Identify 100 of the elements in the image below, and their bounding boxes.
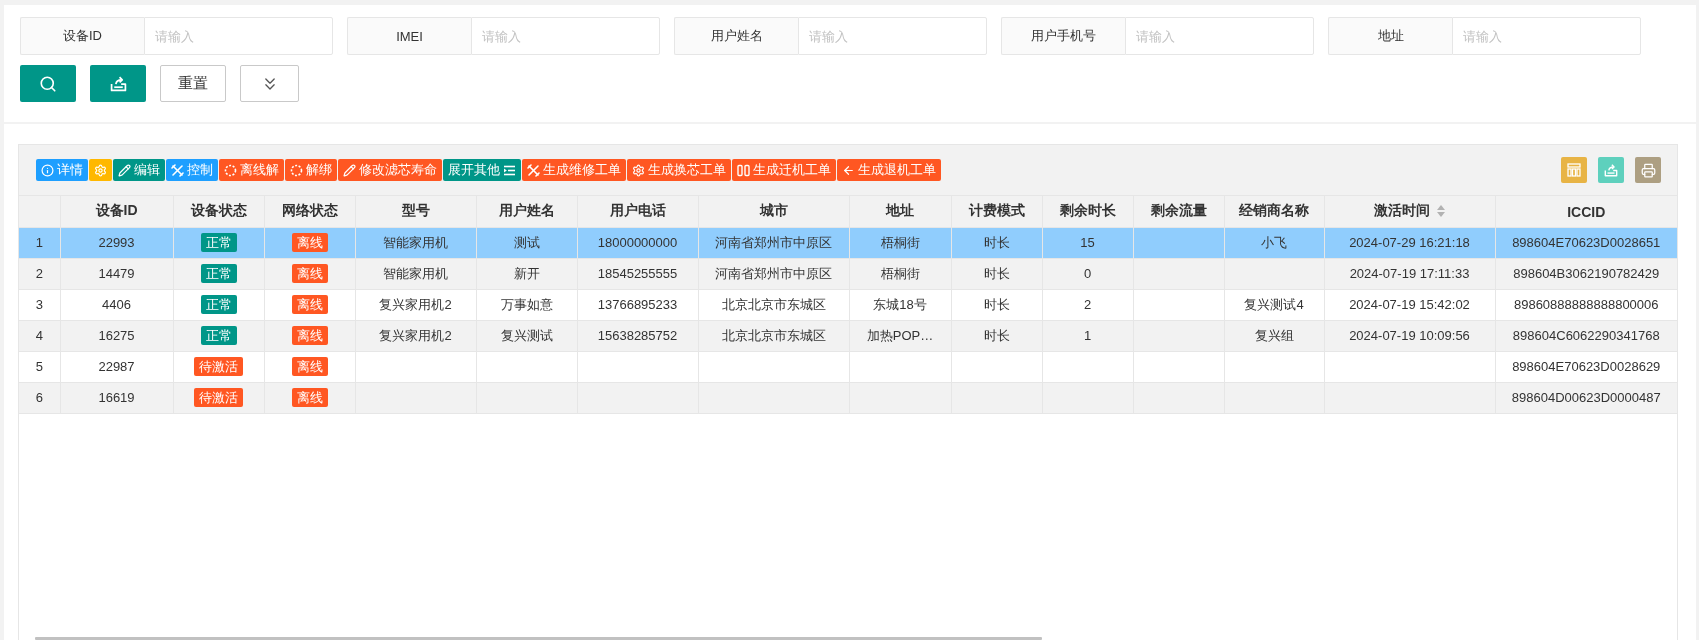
reset-button[interactable]: 重置 bbox=[160, 65, 226, 102]
table-cell: 15638285752 bbox=[577, 320, 698, 351]
toolbar-button[interactable]: 生成维修工单 bbox=[522, 159, 626, 181]
table-cell: 测试 bbox=[476, 227, 577, 258]
dashed-ring-icon bbox=[290, 163, 303, 177]
table-row[interactable]: 3 4406 正常 离线 复兴家用机2 万事如意 13766895233 北京北京市东城区 东城18号 时长 2 复兴测试4 2024-07-19 15:42:02 89860888888888800006 bbox=[19, 289, 1677, 320]
row-number: 6 bbox=[19, 382, 60, 413]
gear-icon bbox=[632, 163, 645, 177]
crossed-tools-icon bbox=[527, 163, 540, 177]
column-header: 型号 bbox=[401, 202, 430, 221]
column-header: 网络状态 bbox=[281, 202, 338, 221]
status-badge: 待激活 bbox=[194, 388, 243, 407]
table-cell: 万事如意 bbox=[476, 289, 577, 320]
table-cell: 北京北京市东城区 bbox=[698, 289, 849, 320]
table-cell: 4406 bbox=[60, 289, 173, 320]
export-icon bbox=[1604, 163, 1618, 177]
table-cell: 梧桐街 bbox=[849, 258, 951, 289]
field-label: IMEI bbox=[347, 17, 471, 55]
field-label: 用户姓名 bbox=[674, 17, 798, 55]
toolbar-button[interactable]: 离线解 bbox=[219, 159, 284, 181]
print-icon bbox=[1640, 162, 1656, 178]
table-cell: 0 bbox=[1042, 258, 1133, 289]
status-badge: 离线 bbox=[291, 295, 328, 314]
table-cell: 时长 bbox=[951, 320, 1042, 351]
two-bars-icon bbox=[737, 163, 750, 177]
column-header: 用户电话 bbox=[609, 202, 666, 221]
table-cell: 13766895233 bbox=[577, 289, 698, 320]
toolbar-button[interactable]: 解绑 bbox=[285, 159, 337, 181]
table-cell: 14479 bbox=[60, 258, 173, 289]
pencil-icon bbox=[343, 163, 356, 177]
column-header: 用户姓名 bbox=[498, 202, 555, 221]
search-button[interactable] bbox=[20, 65, 76, 102]
toolbar-button[interactable]: 展开其他 bbox=[443, 159, 521, 181]
arrow-left-icon bbox=[842, 163, 855, 177]
table-row[interactable]: 6 16619 待激活 离线 898604D00623D0000487 bbox=[19, 382, 1677, 413]
row-number: 2 bbox=[19, 258, 60, 289]
table-cell: 复兴家用机2 bbox=[355, 320, 476, 351]
dashed-ring-icon bbox=[224, 163, 237, 177]
field-label: 用户手机号 bbox=[1001, 17, 1125, 55]
scrollbar-thumb[interactable] bbox=[35, 637, 1042, 640]
table-row[interactable]: 1 22993 正常 离线 智能家用机 测试 18000000000 河南省郑州市中原区 梧桐街 时长 15 小飞 2024-07-29 16:21:18 898604E70623D0028651 bbox=[19, 227, 1677, 258]
column-header: 计费模式 bbox=[968, 202, 1025, 221]
toolbar-button[interactable]: 修改滤芯寿命 bbox=[338, 159, 442, 181]
table-cell: 15 bbox=[1042, 227, 1133, 258]
table-cell: 复兴测试 bbox=[476, 320, 577, 351]
table-cell: 16275 bbox=[60, 320, 173, 351]
toolbar-button[interactable] bbox=[89, 159, 112, 181]
table-cell: 东城18号 bbox=[849, 289, 951, 320]
toolbar-button[interactable]: 编辑 bbox=[113, 159, 165, 181]
column-header: 剩余时长 bbox=[1059, 202, 1116, 221]
column-header: 地址 bbox=[886, 202, 914, 221]
toolbar-button[interactable]: 生成迁机工单 bbox=[732, 159, 836, 181]
table-cell: 2024-07-29 16:21:18 bbox=[1324, 227, 1495, 258]
table-cell: 河南省郑州市中原区 bbox=[698, 227, 849, 258]
column-header: 城市 bbox=[759, 202, 788, 221]
row-number: 3 bbox=[19, 289, 60, 320]
columns-button[interactable] bbox=[1561, 157, 1587, 183]
table-cell: 新开 bbox=[476, 258, 577, 289]
table-cell: 小飞 bbox=[1224, 227, 1324, 258]
export-button[interactable] bbox=[90, 65, 146, 102]
info-icon bbox=[41, 163, 54, 177]
toolbar-button[interactable]: 生成换芯工单 bbox=[627, 159, 731, 181]
status-badge: 正常 bbox=[200, 326, 237, 345]
column-header: ICCID bbox=[1567, 203, 1606, 220]
gear-icon bbox=[94, 163, 107, 177]
row-number: 4 bbox=[19, 320, 60, 351]
status-badge: 离线 bbox=[291, 264, 328, 283]
crossed-tools-icon bbox=[171, 163, 184, 177]
table-cell: 2024-07-19 15:42:02 bbox=[1324, 289, 1495, 320]
column-header: 设备ID bbox=[95, 202, 138, 221]
status-badge: 正常 bbox=[200, 264, 237, 283]
table-cell: 22987 bbox=[60, 351, 173, 382]
table-cell: 18000000000 bbox=[577, 227, 698, 258]
export-button[interactable] bbox=[1598, 157, 1624, 183]
status-badge: 离线 bbox=[291, 357, 328, 376]
status-badge: 正常 bbox=[200, 233, 237, 252]
table-row[interactable]: 5 22987 待激活 离线 898604E70623D0028629 bbox=[19, 351, 1677, 382]
table-cell: 时长 bbox=[951, 227, 1042, 258]
expand-button[interactable] bbox=[240, 65, 299, 102]
print-button[interactable] bbox=[1635, 157, 1661, 183]
export-icon bbox=[109, 75, 127, 92]
field-label: 地址 bbox=[1328, 17, 1452, 55]
table-cell: 时长 bbox=[951, 258, 1042, 289]
table-cell: 梧桐街 bbox=[849, 227, 951, 258]
pencil-icon bbox=[118, 163, 131, 177]
toolbar-button[interactable]: 生成退机工单 bbox=[837, 159, 941, 181]
status-badge: 离线 bbox=[291, 233, 328, 252]
columns-icon bbox=[1567, 163, 1581, 177]
row-number: 5 bbox=[19, 351, 60, 382]
toolbar-button[interactable]: 详情 bbox=[36, 159, 88, 181]
table-cell: 2 bbox=[1042, 289, 1133, 320]
table-cell: 16619 bbox=[60, 382, 173, 413]
table-cell: 加热POP… bbox=[849, 320, 951, 351]
table-cell: 复兴组 bbox=[1224, 320, 1324, 351]
table-row[interactable]: 4 16275 正常 离线 复兴家用机2 复兴测试 15638285752 北京北京市东城区 加热POP… 时长 1 复兴组 2024-07-19 10:09:56 898604C6062290341768 bbox=[19, 320, 1677, 351]
table-cell: 18545255555 bbox=[577, 258, 698, 289]
status-badge: 正常 bbox=[200, 295, 237, 314]
column-header: 剩余流量 bbox=[1150, 202, 1207, 221]
toolbar-button[interactable]: 控制 bbox=[166, 159, 218, 181]
table-row[interactable]: 2 14479 正常 离线 智能家用机 新开 18545255555 河南省郑州市中原区 梧桐街 时长 0 2024-07-19 17:11:33 898604B3062190782429 bbox=[19, 258, 1677, 289]
